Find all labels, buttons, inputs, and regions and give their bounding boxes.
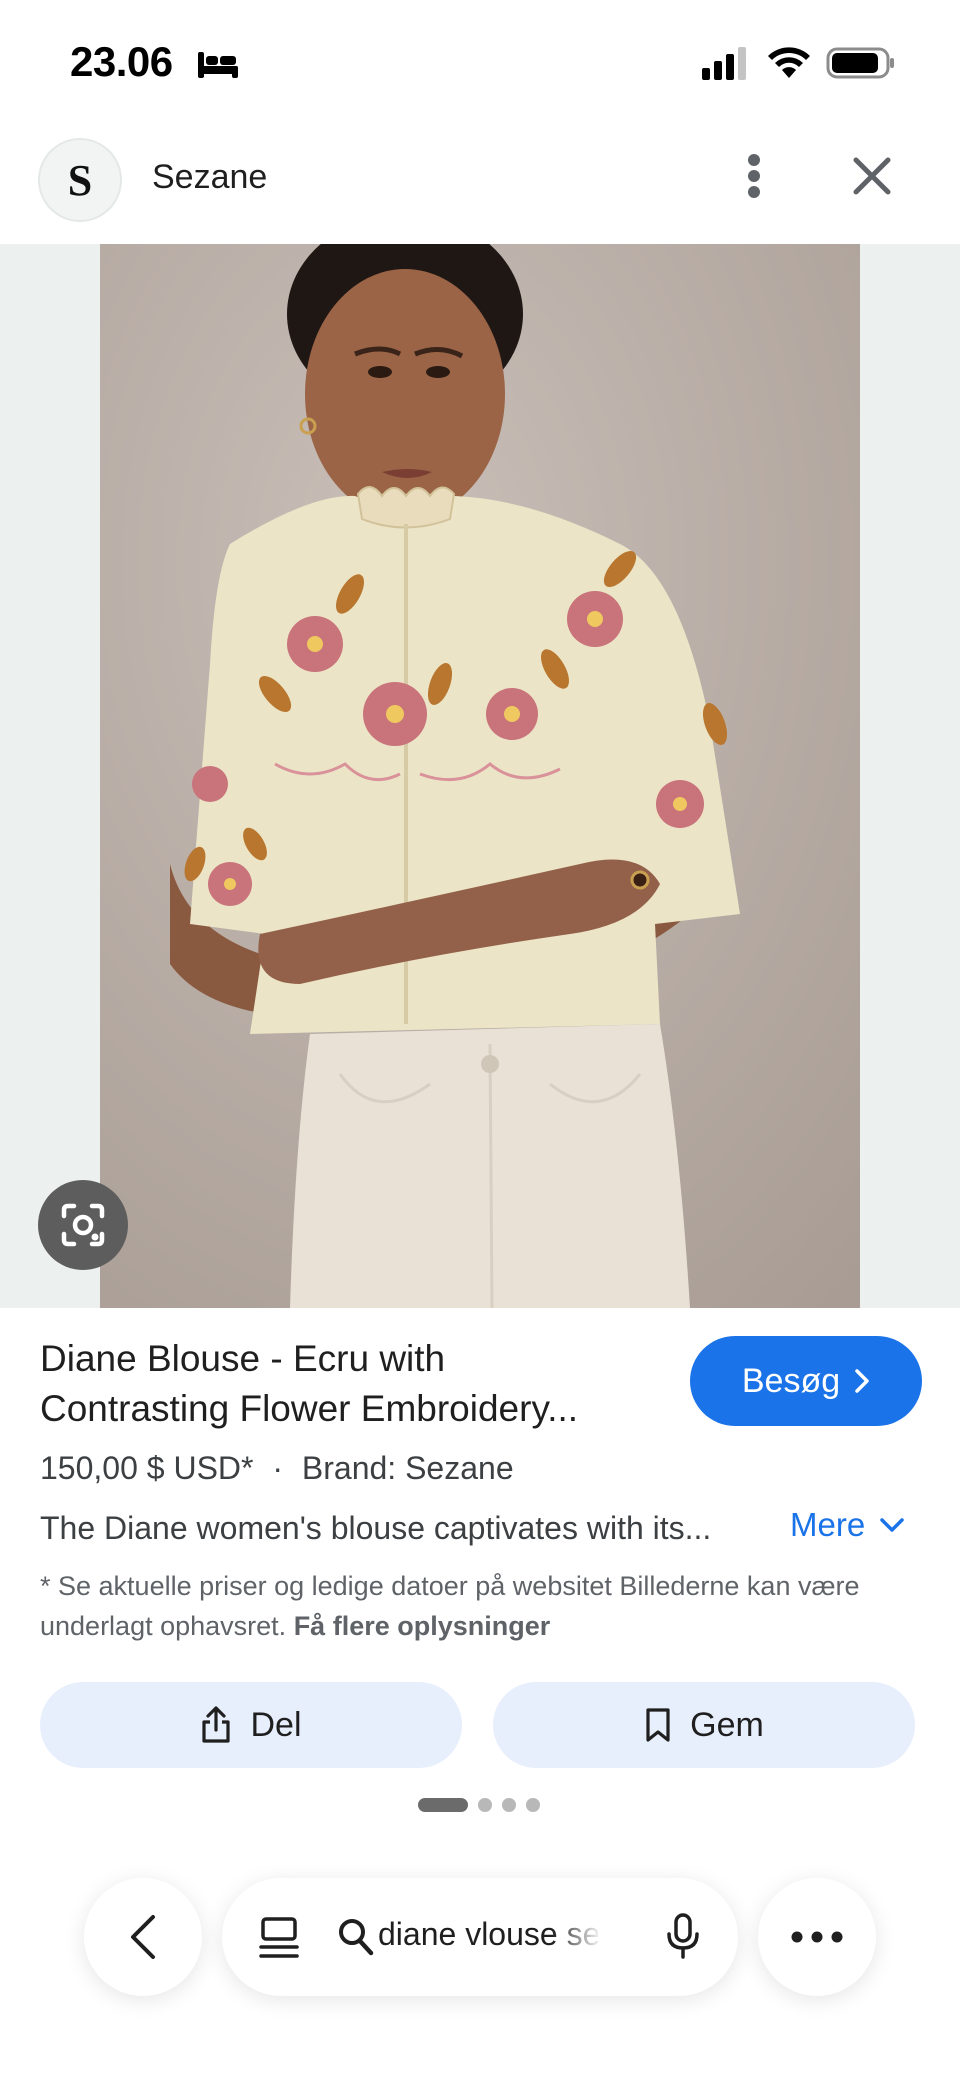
more-vert-icon: [748, 154, 760, 198]
more-button[interactable]: Mere: [790, 1506, 905, 1544]
product-title[interactable]: Diane Blouse - Ecru with Contrasting Flo…: [40, 1334, 680, 1434]
more-horiz-icon: [791, 1931, 843, 1943]
status-time: 23.06: [70, 38, 173, 85]
share-button[interactable]: Del: [40, 1682, 462, 1768]
product-image: [100, 244, 860, 1308]
product-title-line1: Diane Blouse - Ecru with: [40, 1338, 446, 1379]
pager-dot[interactable]: [502, 1798, 516, 1812]
lens-icon: [61, 1203, 105, 1247]
site-logo[interactable]: S: [38, 138, 122, 222]
more-options-button[interactable]: [732, 146, 776, 206]
visit-button-label: Besøg: [741, 1361, 841, 1400]
pager-dot[interactable]: [418, 1798, 468, 1812]
separator: ·: [272, 1450, 284, 1486]
close-icon[interactable]: [846, 150, 898, 202]
chevron-right-icon: [855, 1369, 869, 1393]
share-icon: [202, 1706, 231, 1743]
mic-icon[interactable]: [666, 1912, 700, 1960]
price: 150,00 $ USD*: [40, 1450, 254, 1486]
disclaimer: * Se aktuelle priser og ledige datoer på…: [40, 1566, 920, 1646]
image-viewer[interactable]: [0, 244, 960, 1308]
bed-icon: [198, 52, 238, 78]
chevron-down-icon: [880, 1518, 904, 1532]
tabs-icon: [259, 1917, 299, 1958]
address-bar[interactable]: diane vlouse sez: [222, 1878, 738, 1996]
pager-dot[interactable]: [478, 1798, 492, 1812]
product-title-line2: Contrasting Flower Embroidery...: [40, 1388, 579, 1429]
signal-icon: [702, 47, 746, 80]
pager-dot[interactable]: [526, 1798, 540, 1812]
bookmark-icon: [646, 1708, 670, 1742]
site-logo-letter: S: [67, 155, 93, 205]
more-label: Mere: [790, 1506, 866, 1543]
result-header: S Sezane: [0, 130, 960, 244]
bottom-toolbar: diane vlouse sez: [0, 1860, 960, 2078]
back-icon: [131, 1915, 155, 1959]
image-pager: [418, 1798, 540, 1812]
site-name[interactable]: Sezane: [152, 158, 267, 197]
price-line: 150,00 $ USD* · Brand: Sezane: [40, 1450, 514, 1487]
wifi-icon: [768, 47, 810, 78]
disclaimer-link[interactable]: Få flere oplysninger: [294, 1611, 551, 1641]
visit-button[interactable]: Besøg: [690, 1336, 922, 1426]
save-label: Gem: [690, 1705, 764, 1744]
lens-button[interactable]: [38, 1180, 128, 1270]
back-button[interactable]: [84, 1878, 202, 1996]
share-label: Del: [250, 1705, 302, 1744]
product-description: The Diane women's blouse captivates with…: [40, 1510, 712, 1546]
brand: Brand: Sezane: [301, 1450, 514, 1486]
save-button[interactable]: Gem: [493, 1682, 915, 1768]
search-icon: [339, 1919, 374, 1956]
url-fade: [552, 1908, 602, 1968]
battery-icon: [826, 47, 894, 79]
status-bar: 23.06: [0, 0, 960, 130]
toolbar-more-button[interactable]: [758, 1878, 876, 1996]
